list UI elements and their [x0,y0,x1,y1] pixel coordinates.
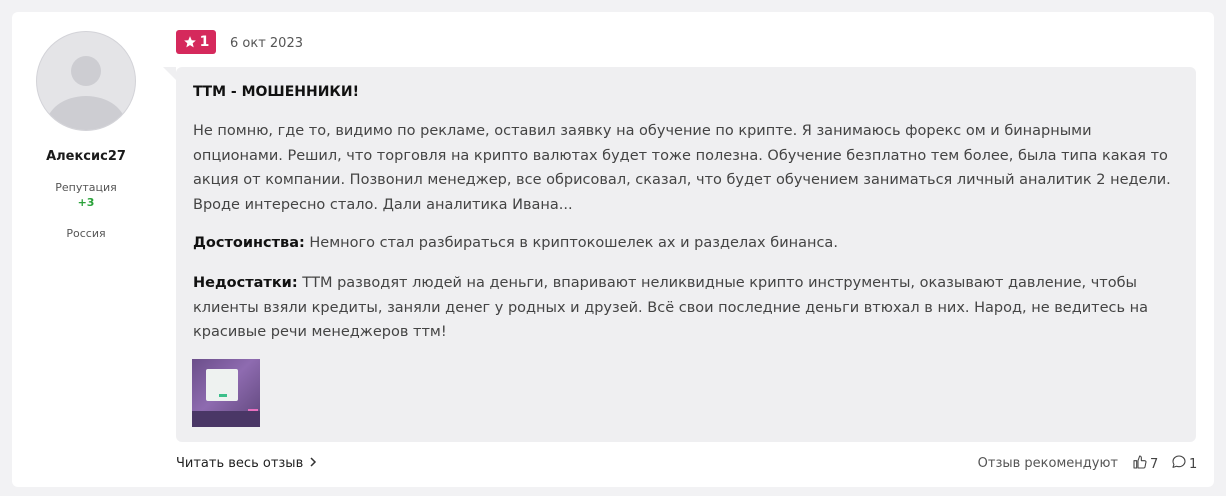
review-cons: Недостатки: ТТМ разводят людей на деньги… [193,271,1183,345]
review-title: ТТМ - МОШЕННИКИ! [193,84,359,100]
thumbnail-bar [219,394,227,397]
read-more-label: Читать весь отзыв [176,456,304,471]
likes-count: 7 [1150,456,1159,472]
cons-text: ТТМ разводят людей на деньги, впаривают … [193,275,1149,341]
review-text: Не помню, где то, видимо по рекламе, ост… [193,123,1171,214]
avatar[interactable] [36,31,136,131]
avatar-head [71,56,101,86]
comment-button[interactable]: 1 [1171,454,1197,474]
reputation-label: Репутация [55,181,117,194]
review-card: Алексис27 Репутация +3 Россия 1 6 окт 20… [12,12,1214,487]
like-button[interactable]: 7 [1132,454,1158,474]
rating-badge: 1 [176,30,216,54]
cons-label: Недостатки: [193,275,298,291]
author-country: Россия [66,227,106,240]
thumbnail-strip [192,411,260,427]
author-name[interactable]: Алексис27 [12,149,160,164]
rating-value: 1 [199,34,210,50]
review-date: 6 окт 2023 [230,36,303,51]
reputation-value: +3 [77,196,95,209]
read-full-review-link[interactable]: Читать весь отзыв [176,456,317,471]
review-image-thumbnail[interactable] [192,359,260,427]
star-icon [183,35,197,49]
review-body: ТТМ - МОШЕННИКИ! Не помню, где то, видим… [163,67,1196,442]
thumbs-up-icon [1132,454,1148,474]
thumbnail-spark [248,409,258,411]
pros-label: Достоинства: [193,235,305,251]
review-pros: Достоинства: Немного стал разбираться в … [193,231,1183,256]
comment-icon [1171,454,1187,474]
recommend-label: Отзыв рекомендуют [977,456,1118,471]
comments-count: 1 [1189,456,1198,472]
avatar-body [46,96,126,130]
chevron-right-icon [309,456,317,471]
pros-text: Немного стал разбираться в криптокошелек… [309,235,838,251]
